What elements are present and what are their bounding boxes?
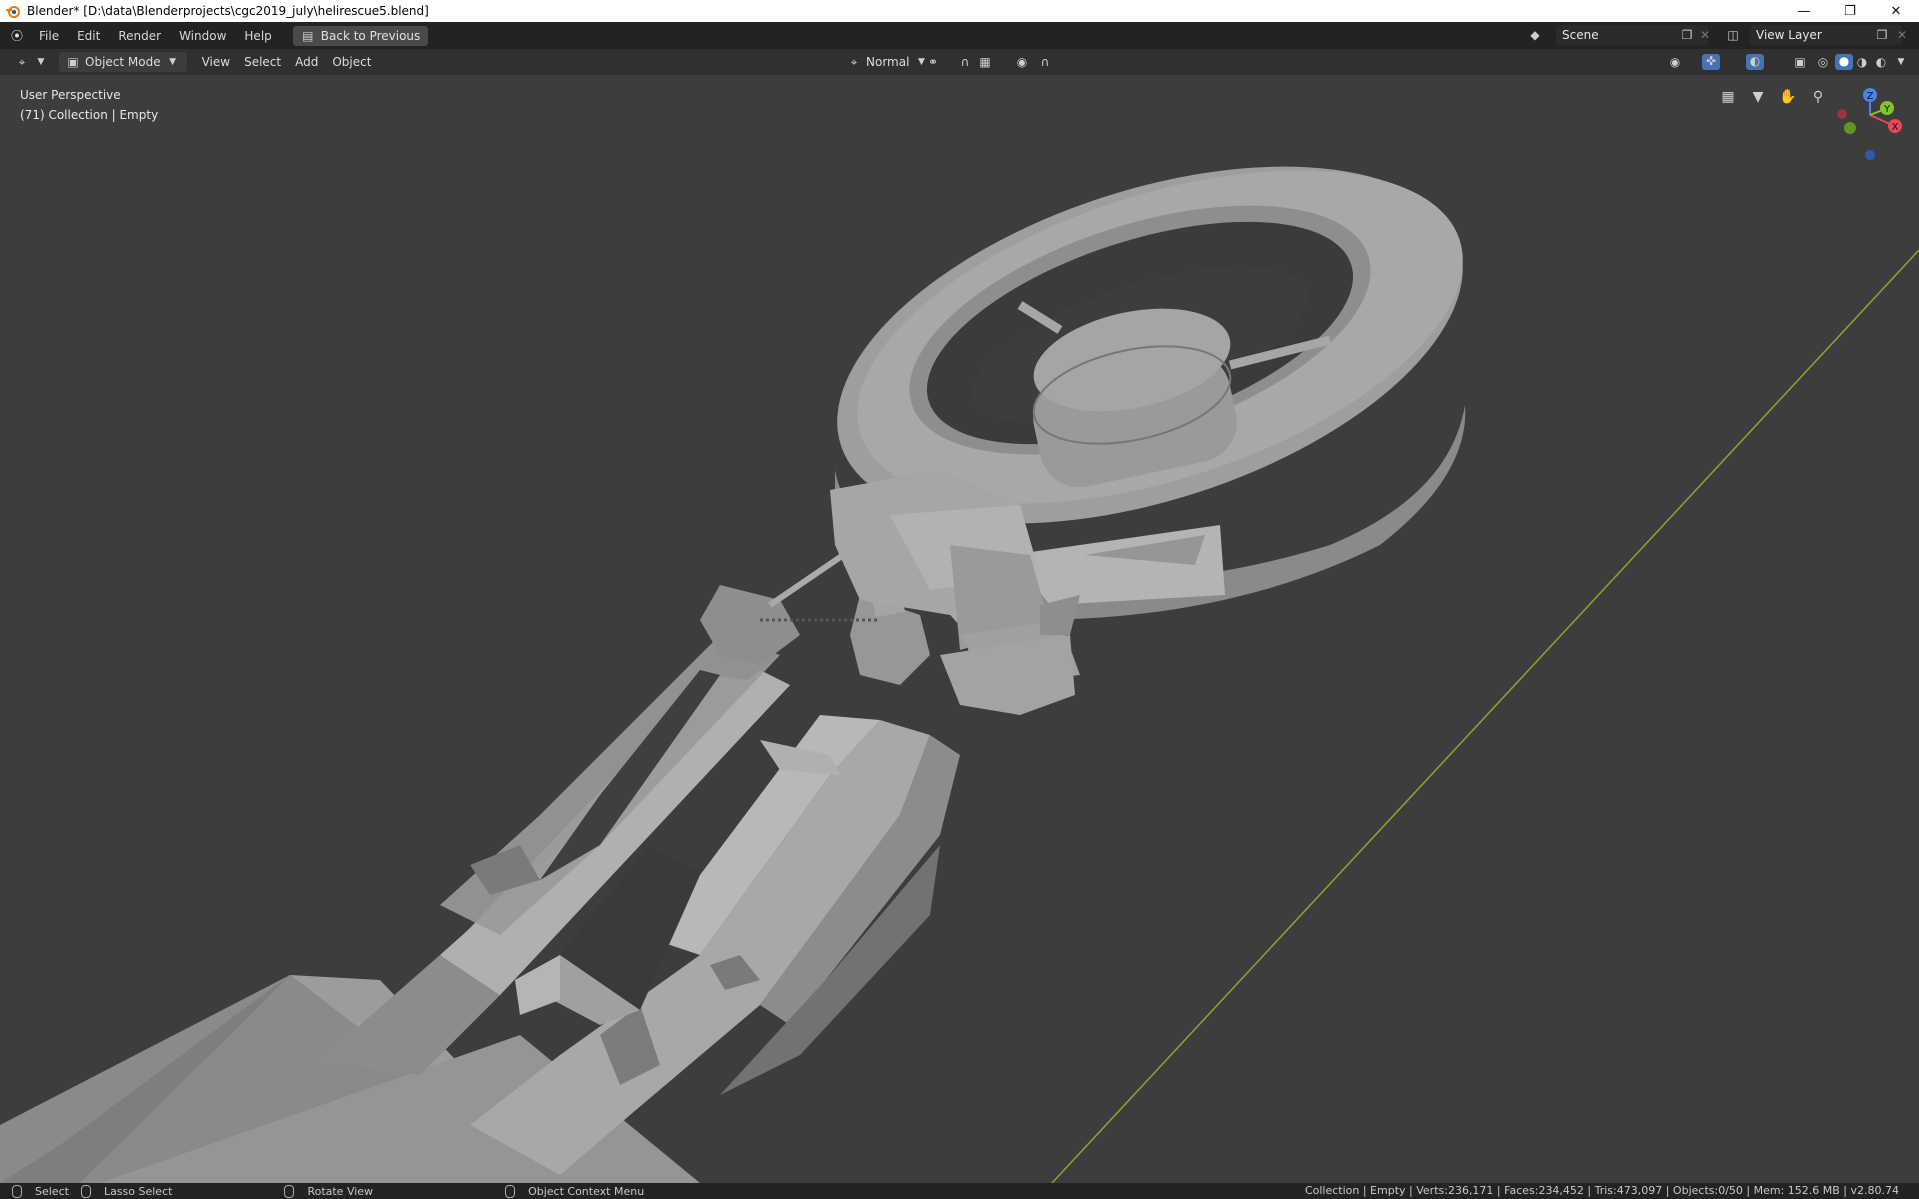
status-lasso-label: Lasso Select: [103, 1184, 173, 1198]
back-to-previous-button[interactable]: ▤ Back to Previous: [292, 25, 429, 46]
object-mode-icon: ▣: [67, 55, 79, 69]
delete-view-layer-icon[interactable]: ✕: [1895, 28, 1909, 42]
view-layer-icon[interactable]: ◫: [1726, 28, 1740, 42]
view-layer-name: View Layer: [1756, 28, 1822, 42]
gizmo-z-label: Z: [1867, 91, 1874, 102]
scene-name: Scene: [1562, 28, 1599, 42]
menu-edit[interactable]: Edit: [68, 25, 109, 47]
new-view-layer-icon[interactable]: ❐: [1875, 28, 1889, 42]
status-lasso: Lasso Select: [80, 1184, 173, 1198]
status-context-label: Object Context Menu: [528, 1184, 645, 1198]
status-rotate: Rotate View: [284, 1184, 374, 1198]
orientation-icon: ⌖: [850, 55, 858, 69]
back-icon: ▤: [302, 28, 314, 43]
perspective-label: User Perspective: [20, 88, 121, 102]
blender-logo-icon: [6, 6, 20, 18]
new-scene-icon[interactable]: ❐: [1680, 28, 1694, 42]
menu-help[interactable]: Help: [235, 25, 280, 47]
viewport-header: ⌖ ▼ ▣ Object Mode ▼ View Select Add Obje…: [0, 49, 1919, 75]
rendered-shading-icon[interactable]: ◐: [1874, 55, 1888, 69]
menu-object[interactable]: Object: [325, 52, 378, 72]
snap-icon[interactable]: ∩: [958, 55, 972, 69]
collection-label: (71) Collection | Empty: [20, 108, 159, 122]
proportional-edit-icon[interactable]: ◉: [1015, 55, 1029, 69]
mouse-drag-icon: [80, 1184, 91, 1198]
transform-orientation-dropdown[interactable]: ⌖ Normal ▼: [840, 52, 935, 72]
top-menubar: ⦿ File Edit Render Window Help ▤ Back to…: [0, 22, 1919, 49]
menu-render[interactable]: Render: [109, 25, 170, 47]
gizmo-neg-z-icon: [1865, 150, 1875, 160]
back-to-previous-label: Back to Previous: [320, 28, 421, 43]
scene-icon[interactable]: ◆: [1528, 28, 1542, 42]
solid-shading-icon[interactable]: ●: [1835, 54, 1853, 70]
object-mode-dropdown[interactable]: ▣ Object Mode ▼: [59, 52, 187, 72]
gizmo-y-label: Y: [1883, 104, 1891, 115]
viewport-info: User Perspective (71) Collection | Empty: [20, 85, 158, 125]
viewport-scene[interactable]: [0, 75, 1919, 1183]
mouse-right-icon: [505, 1184, 516, 1198]
status-bar: Select Lasso Select Rotate View Object C…: [0, 1183, 1919, 1199]
status-rotate-label: Rotate View: [307, 1184, 374, 1198]
gizmo-neg-x-icon: [1837, 109, 1847, 119]
blender-menu-icon[interactable]: ⦿: [10, 29, 24, 43]
menu-add[interactable]: Add: [288, 52, 325, 72]
scene-statistics: Collection | Empty | Verts:236,171 | Fac…: [1304, 1184, 1899, 1197]
status-select: Select: [12, 1184, 69, 1198]
menu-window[interactable]: Window: [170, 25, 235, 47]
restore-button[interactable]: ❐: [1827, 0, 1873, 22]
menu-view[interactable]: View: [195, 52, 237, 72]
3d-viewport[interactable]: User Perspective (71) Collection | Empty…: [0, 75, 1919, 1183]
zoom-icon[interactable]: ⚲: [1805, 84, 1831, 110]
wireframe-shading-icon[interactable]: ◎: [1816, 55, 1830, 69]
menu-file[interactable]: File: [30, 25, 68, 47]
editor-type-dropdown[interactable]: ⌖ ▼: [8, 52, 55, 72]
falloff-icon[interactable]: ∩: [1038, 55, 1052, 69]
editor-type-icon: ⌖: [18, 55, 26, 69]
status-context: Object Context Menu: [505, 1184, 645, 1198]
frame-mesh: [0, 635, 960, 1183]
shading-options-icon[interactable]: ▼: [1894, 55, 1908, 69]
gizmo-toggle-icon[interactable]: ✜: [1702, 54, 1720, 70]
chevron-down-icon: ▼: [169, 57, 177, 67]
close-button[interactable]: ✕: [1873, 0, 1919, 22]
navigation-gizmo[interactable]: Z Y X: [1830, 85, 1910, 165]
object-mode-label: Object Mode: [85, 55, 161, 69]
gizmo-x-label: X: [1892, 122, 1899, 133]
pivot-point-icon[interactable]: ⚭: [926, 55, 940, 69]
camera-view-icon[interactable]: ▼: [1745, 84, 1771, 110]
overlay-toggle-icon[interactable]: ◐: [1746, 54, 1764, 70]
material-shading-icon[interactable]: ◑: [1855, 55, 1869, 69]
status-select-label: Select: [35, 1184, 69, 1198]
snap-target-icon[interactable]: ▦: [978, 55, 992, 69]
mouse-left-icon: [12, 1184, 22, 1198]
orientation-label: Normal: [866, 55, 910, 69]
visibility-icon[interactable]: ◉: [1668, 55, 1682, 69]
xray-icon[interactable]: ▣: [1793, 55, 1807, 69]
gizmo-neg-y-icon: [1844, 122, 1856, 134]
window-title: Blender* [D:\data\Blenderprojects\cgc201…: [27, 4, 429, 18]
grid-view-toggle-icon[interactable]: ▦: [1715, 84, 1741, 110]
menu-select[interactable]: Select: [237, 52, 288, 72]
minimize-button[interactable]: —: [1781, 0, 1827, 22]
window-titlebar: Blender* [D:\data\Blenderprojects\cgc201…: [0, 0, 1919, 22]
mouse-middle-icon: [284, 1184, 295, 1198]
delete-scene-icon[interactable]: ✕: [1698, 28, 1712, 42]
chevron-down-icon: ▼: [37, 57, 45, 67]
pan-hand-icon[interactable]: ✋: [1775, 84, 1801, 110]
